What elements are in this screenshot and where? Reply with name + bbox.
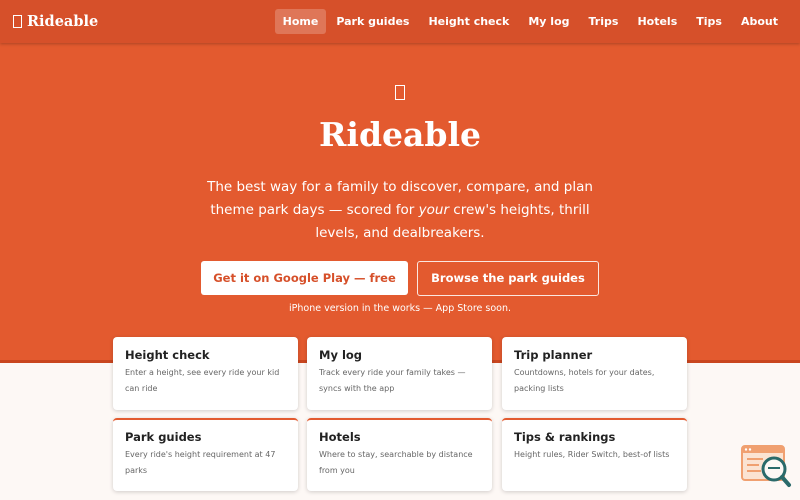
card-description: Enter a height, see every ride your kid …: [125, 368, 280, 393]
card-my-log[interactable]: My log Track every ride your family take…: [307, 337, 492, 410]
top-nav: Rideable Home Park guides Height check M…: [0, 0, 800, 43]
card-description: Countdowns, hotels for your dates, packi…: [514, 368, 655, 393]
nav-link-my-log[interactable]: My log: [519, 9, 578, 34]
card-title: Height check: [125, 348, 210, 362]
hero-subtitle: The best way for a family to discover, c…: [195, 176, 605, 245]
card-title: Park guides: [125, 430, 202, 444]
browse-park-guides-button[interactable]: Browse the park guides: [417, 261, 599, 296]
card-description: Height rules, Rider Switch, best-of list…: [514, 450, 670, 459]
search-magnifier-icon: [741, 445, 791, 487]
card-title: My log: [319, 348, 363, 362]
nav-link-trips[interactable]: Trips: [580, 9, 628, 34]
nav-link-tips[interactable]: Tips: [687, 9, 731, 34]
card-description: Where to stay, searchable by distance fr…: [319, 450, 473, 475]
hero-subtitle-emphasis: your: [418, 202, 450, 218]
brand-name: Rideable: [27, 13, 99, 30]
hero-section: Rideable The best way for a family to di…: [0, 43, 800, 363]
google-play-button[interactable]: Get it on Google Play — free: [201, 261, 408, 295]
card-title: Trip planner: [514, 348, 593, 362]
search-widget-button[interactable]: [741, 444, 793, 490]
card-park-guides[interactable]: Park guides Every ride's height requirem…: [113, 418, 298, 491]
nav-link-height-check[interactable]: Height check: [419, 9, 518, 34]
nav-link-about[interactable]: About: [732, 9, 787, 34]
nav-link-hotels[interactable]: Hotels: [628, 9, 686, 34]
card-height-check[interactable]: Height check Enter a height, see every r…: [113, 337, 298, 410]
hero-note: iPhone version in the works — App Store …: [289, 303, 511, 314]
nav-link-park-guides[interactable]: Park guides: [327, 9, 418, 34]
brand-link[interactable]: Rideable: [13, 0, 98, 43]
card-description: Track every ride your family takes — syn…: [319, 368, 466, 393]
nav-link-home[interactable]: Home: [274, 9, 327, 34]
hero-card-icon: [395, 85, 405, 100]
nav-links: Home Park guides Height check My log Tri…: [274, 9, 787, 34]
hero-title: Rideable: [318, 115, 482, 154]
card-hotels[interactable]: Hotels Where to stay, searchable by dist…: [307, 418, 492, 491]
card-title: Tips & rankings: [514, 430, 616, 444]
card-description: Every ride's height requirement at 47 pa…: [125, 450, 276, 475]
card-title: Hotels: [319, 430, 361, 444]
card-tips-rankings[interactable]: Tips & rankings Height rules, Rider Swit…: [502, 418, 687, 491]
brand-logo-icon: [13, 15, 22, 28]
card-trip-planner[interactable]: Trip planner Countdowns, hotels for your…: [502, 337, 687, 410]
